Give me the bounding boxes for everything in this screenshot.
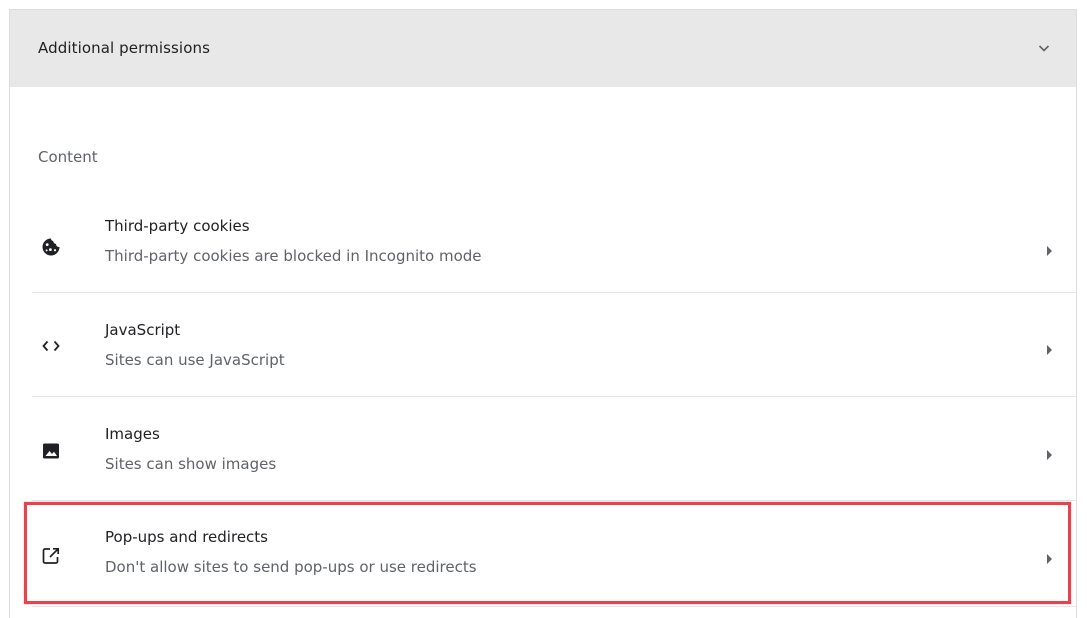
chevron-right-icon <box>1044 551 1054 565</box>
cookie-icon <box>41 237 61 257</box>
javascript-subtitle: Sites can use JavaScript <box>105 351 285 369</box>
popups-and-redirects-title: Pop-ups and redirects <box>105 528 268 546</box>
code-icon <box>41 336 61 356</box>
content-section-title: Content <box>38 148 98 166</box>
additional-permissions-title: Additional permissions <box>38 39 210 57</box>
popup-icon <box>41 546 61 566</box>
third-party-cookies-title: Third-party cookies <box>105 217 250 235</box>
chevron-right-icon <box>1044 243 1054 257</box>
row-divider <box>32 606 1076 607</box>
popups-and-redirects-row[interactable]: Pop-ups and redirects Don't allow sites … <box>10 501 1076 605</box>
images-row[interactable]: Images Sites can show images <box>10 397 1076 501</box>
additional-permissions-header[interactable]: Additional permissions <box>10 9 1076 87</box>
images-title: Images <box>105 425 160 443</box>
javascript-row[interactable]: JavaScript Sites can use JavaScript <box>10 293 1076 397</box>
chevron-right-icon <box>1044 447 1054 461</box>
images-subtitle: Sites can show images <box>105 455 277 473</box>
site-settings-panel: Additional permissions Content Third-par… <box>9 9 1077 618</box>
image-icon <box>41 441 61 461</box>
chevron-right-icon <box>1044 342 1054 356</box>
javascript-title: JavaScript <box>105 321 181 339</box>
chevron-down-icon[interactable] <box>1036 40 1052 56</box>
third-party-cookies-row[interactable]: Third-party cookies Third-party cookies … <box>10 189 1076 293</box>
popups-and-redirects-subtitle: Don't allow sites to send pop-ups or use… <box>105 558 477 576</box>
third-party-cookies-subtitle: Third-party cookies are blocked in Incog… <box>105 247 482 265</box>
